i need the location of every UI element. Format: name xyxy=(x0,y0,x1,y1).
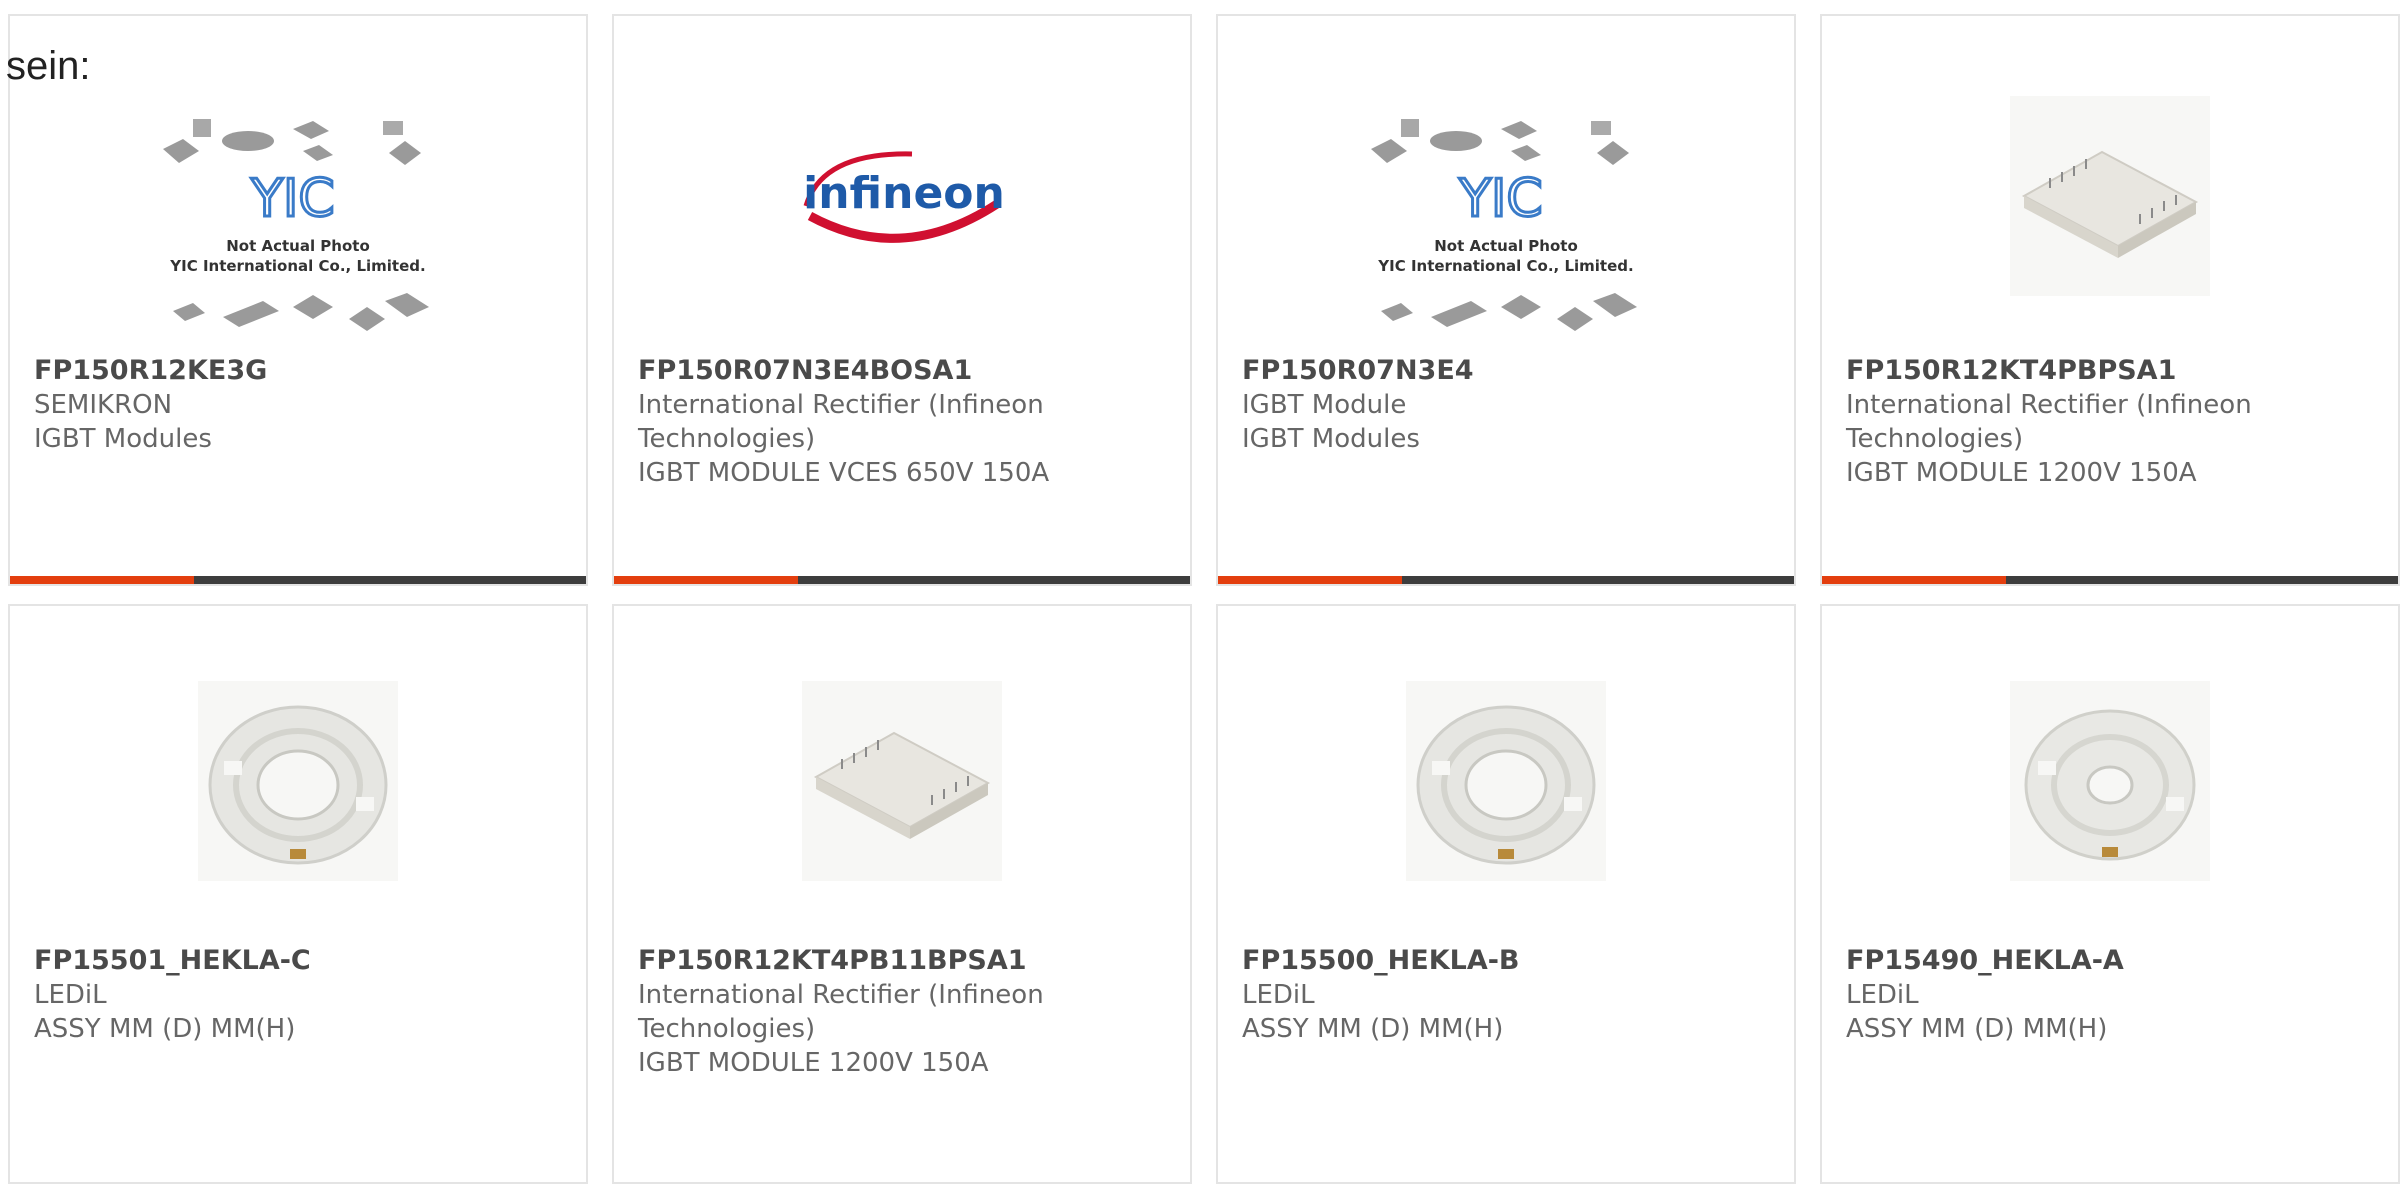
card-progress-bar xyxy=(1822,576,2398,584)
manufacturer: International Rectifier (Infineon Techno… xyxy=(638,390,1044,454)
product-card[interactable]: YIC Not Actual Photo YIC International C… xyxy=(1216,14,1796,586)
product-card[interactable]: FP15501_HEKLA-C LEDiL ASSY MM (D) MM(H) xyxy=(8,604,588,1184)
product-image[interactable]: YIC Not Actual Photo YIC International C… xyxy=(1218,96,1794,366)
product-card[interactable]: FP150R12KT4PBPSA1 International Rectifie… xyxy=(1820,14,2400,586)
product-card[interactable]: FP150R12KT4PB11BPSA1 International Recti… xyxy=(612,604,1192,1184)
part-number[interactable]: FP150R12KE3G xyxy=(34,354,566,388)
manufacturer: LEDiL xyxy=(1846,980,1919,1010)
product-card[interactable]: FP15500_HEKLA-B LEDiL ASSY MM (D) MM(H) xyxy=(1216,604,1796,1184)
yic-logo-text: YIC xyxy=(1458,169,1542,229)
manufacturer: IGBT Module xyxy=(1242,390,1407,420)
part-number[interactable]: FP150R12KT4PBPSA1 xyxy=(1846,354,2378,388)
description: IGBT Modules xyxy=(34,424,212,454)
product-image[interactable] xyxy=(1822,666,2398,896)
manufacturer: SEMIKRON xyxy=(34,390,173,420)
placeholder-line-2: YIC International Co., Limited. xyxy=(169,257,425,275)
infineon-logo-text: infineon xyxy=(803,168,1005,219)
product-image[interactable] xyxy=(1822,86,2398,306)
manufacturer: International Rectifier (Infineon Techno… xyxy=(1846,390,2252,454)
product-image[interactable] xyxy=(614,666,1190,896)
placeholder-line-1: Not Actual Photo xyxy=(226,237,370,255)
manufacturer: LEDiL xyxy=(34,980,107,1010)
yic-placeholder-image: YIC Not Actual Photo YIC International C… xyxy=(163,119,429,331)
intro-text: sein: xyxy=(6,44,91,88)
product-image[interactable] xyxy=(1218,666,1794,896)
part-number[interactable]: FP15500_HEKLA-B xyxy=(1242,944,1774,978)
description: IGBT MODULE 1200V 150A xyxy=(638,1048,989,1078)
part-number[interactable]: FP15501_HEKLA-C xyxy=(34,944,566,978)
manufacturer: International Rectifier (Infineon Techno… xyxy=(638,980,1044,1044)
igbt-module-image xyxy=(2010,96,2210,296)
placeholder-line-1: Not Actual Photo xyxy=(1434,237,1578,255)
card-progress-bar xyxy=(10,576,586,584)
product-card[interactable]: infineon FP150R07N3E4BOSA1 International… xyxy=(612,14,1192,586)
part-number[interactable]: FP150R12KT4PB11BPSA1 xyxy=(638,944,1170,978)
led-ring-holder-image xyxy=(2010,681,2210,881)
manufacturer: LEDiL xyxy=(1242,980,1315,1010)
part-number[interactable]: FP150R07N3E4BOSA1 xyxy=(638,354,1170,388)
description: IGBT Modules xyxy=(1242,424,1420,454)
infineon-logo-image: infineon xyxy=(803,151,1005,243)
description: IGBT MODULE 1200V 150A xyxy=(1846,458,2197,488)
card-progress-bar xyxy=(614,576,1190,584)
yic-placeholder-image: YIC Not Actual Photo YIC International C… xyxy=(1371,119,1637,331)
led-ring-holder-image xyxy=(1406,681,1606,881)
igbt-module-image xyxy=(802,681,1002,881)
yic-logo-text: YIC xyxy=(250,169,334,229)
description: ASSY MM (D) MM(H) xyxy=(1242,1014,1504,1044)
description: ASSY MM (D) MM(H) xyxy=(1846,1014,2108,1044)
product-card[interactable]: FP15490_HEKLA-A LEDiL ASSY MM (D) MM(H) xyxy=(1820,604,2400,1184)
part-number[interactable]: FP15490_HEKLA-A xyxy=(1846,944,2378,978)
product-image[interactable]: infineon xyxy=(614,96,1190,296)
part-number[interactable]: FP150R07N3E4 xyxy=(1242,354,1774,388)
card-progress-bar xyxy=(1218,576,1794,584)
product-image[interactable]: YIC Not Actual Photo YIC International C… xyxy=(10,96,586,366)
product-image[interactable] xyxy=(10,666,586,896)
led-ring-holder-image xyxy=(198,681,398,881)
product-card[interactable]: YIC Not Actual Photo YIC International C… xyxy=(8,14,588,586)
placeholder-line-2: YIC International Co., Limited. xyxy=(1377,257,1633,275)
description: ASSY MM (D) MM(H) xyxy=(34,1014,296,1044)
description: IGBT MODULE VCES 650V 150A xyxy=(638,458,1050,488)
